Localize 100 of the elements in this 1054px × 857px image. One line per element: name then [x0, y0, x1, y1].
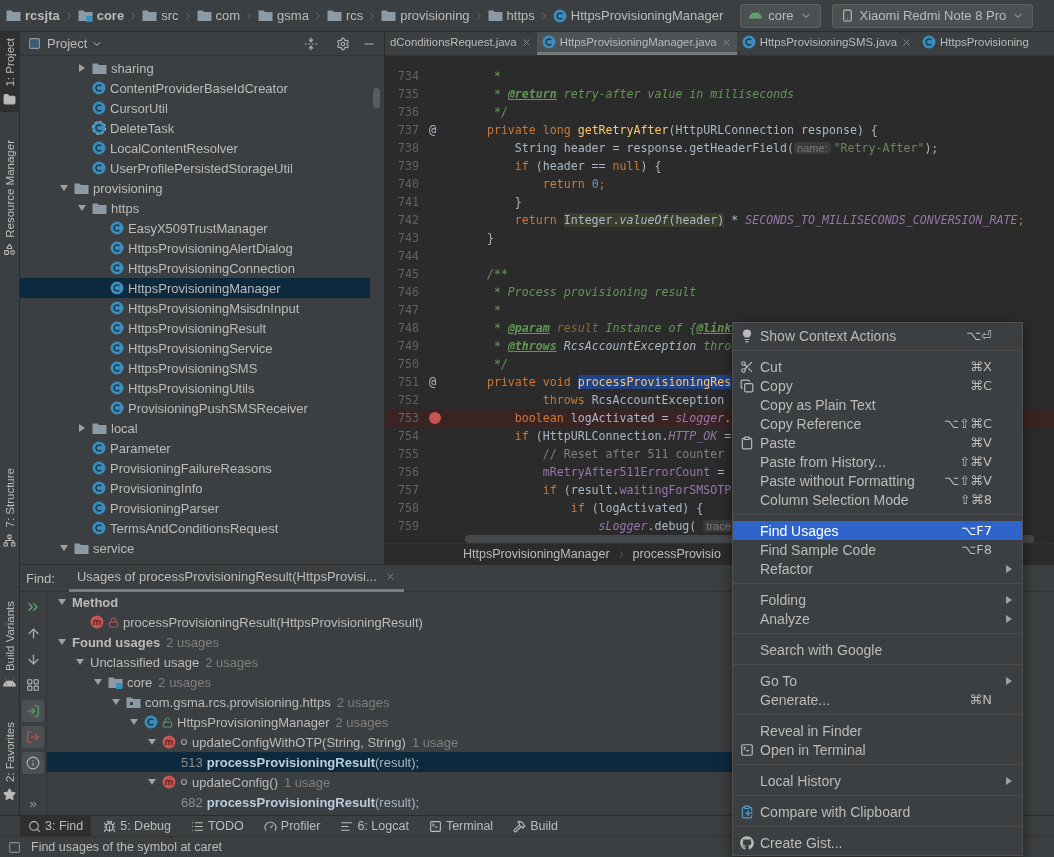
usage-row[interactable]: 682 processProvisioningResult(result);: [47, 792, 732, 812]
caret-down-icon[interactable]: [59, 183, 69, 193]
tree-item[interactable]: HttpsProvisioningUtils: [20, 378, 370, 398]
menu-item[interactable]: Column Selection Mode ⇧⌘8: [733, 490, 1022, 509]
tree-item[interactable]: HttpsProvisioningConnection: [20, 258, 370, 278]
tree-item[interactable]: https: [20, 198, 370, 218]
breadcrumb[interactable]: core: [77, 8, 125, 23]
panel-title[interactable]: Project: [47, 36, 104, 51]
tree-item[interactable]: ProvisioningFailureReasons: [20, 458, 370, 478]
caret-down-icon[interactable]: [57, 597, 67, 607]
tree-item[interactable]: ProvisioningParser: [20, 498, 370, 518]
result-item[interactable]: Unclassified usage 2 usages: [47, 652, 732, 672]
caret-down-icon[interactable]: [129, 717, 139, 727]
result-item[interactable]: HttpsProvisioningManager 2 usages: [47, 712, 732, 732]
tree-item[interactable]: sharing: [20, 58, 370, 78]
breadcrumb[interactable]: https: [487, 8, 535, 23]
result-item[interactable]: Found usages 2 usages: [47, 632, 732, 652]
tool-window-tab[interactable]: 5: Debug: [95, 815, 179, 837]
tree-item[interactable]: EasyX509TrustManager: [20, 218, 370, 238]
tool-window-tab[interactable]: Build Variants: [0, 594, 19, 696]
breadcrumb[interactable]: com: [196, 8, 241, 23]
gutter-marker[interactable]: @: [429, 123, 437, 137]
device-dropdown[interactable]: Xiaomi Redmi Note 8 Pro: [831, 3, 1034, 28]
caret-down-icon[interactable]: [147, 737, 157, 747]
tool-button[interactable]: [22, 752, 44, 774]
breadcrumb[interactable]: gsma: [258, 8, 309, 23]
menu-item[interactable]: Folding: [733, 590, 1022, 609]
result-item[interactable]: processProvisioningResult(HttpsProvisioningResult): [47, 612, 732, 632]
tool-window-tab[interactable]: 3: Find: [20, 815, 92, 837]
menu-item[interactable]: Paste from History... ⇧⌘V: [733, 452, 1022, 471]
result-item[interactable]: updateConfigWithOTP(String, String) 1 usage: [47, 732, 732, 752]
tree-item[interactable]: HttpsProvisioningAlertDialog: [20, 238, 370, 258]
tree-item[interactable]: local: [20, 418, 370, 438]
menu-item[interactable]: Find Usages ⌥F7: [733, 521, 1022, 540]
tool-window-tab[interactable]: Build: [505, 815, 566, 837]
tool-window-tab[interactable]: 1: Project: [0, 32, 19, 112]
results-tab[interactable]: Usages of processProvisioningResult(HttpsProvisi...: [68, 564, 404, 592]
caret-down-icon[interactable]: [57, 637, 67, 647]
tree-item[interactable]: HttpsProvisioningResult: [20, 318, 370, 338]
caret-down-icon[interactable]: [93, 677, 103, 687]
editor-tab[interactable]: HttpsProvisioningSMS.java: [736, 32, 918, 55]
close-icon[interactable]: [901, 36, 913, 48]
menu-item[interactable]: Show Context Actions ⌥⏎: [733, 326, 1022, 345]
tree-item[interactable]: DeleteTask: [20, 118, 370, 138]
breadcrumb[interactable]: HttpsProvisioningManager: [463, 547, 610, 561]
tree-item[interactable]: LocalContentResolver: [20, 138, 370, 158]
menu-item[interactable]: Paste ⌘V: [733, 433, 1022, 452]
editor-tab[interactable]: HttpsProvisioningManager.java: [536, 32, 737, 55]
menu-item[interactable]: Go To: [733, 671, 1022, 690]
result-item[interactable]: updateConfig() 1 usage: [47, 772, 732, 792]
close-icon[interactable]: [520, 36, 532, 48]
result-item[interactable]: core 2 usages: [47, 672, 732, 692]
settings-icon[interactable]: [336, 36, 350, 51]
tree-item[interactable]: ProvisioningInfo: [20, 478, 370, 498]
menu-item[interactable]: Find Sample Code ⌥F8: [733, 540, 1022, 559]
caret-down-icon[interactable]: [147, 777, 157, 787]
tree-item[interactable]: HttpsProvisioningManager: [20, 278, 370, 298]
config-dropdown[interactable]: core: [740, 3, 821, 28]
close-icon[interactable]: [720, 36, 732, 48]
tree-item[interactable]: HttpsProvisioningSMS: [20, 358, 370, 378]
menu-item[interactable]: Cut ⌘X: [733, 357, 1022, 376]
result-item[interactable]: com.gsma.rcs.provisioning.https 2 usages: [47, 692, 732, 712]
breadcrumb[interactable]: rcsjta: [6, 8, 60, 23]
tree-item[interactable]: UserProfilePersistedStorageUtil: [20, 158, 370, 178]
close-icon[interactable]: [384, 571, 396, 582]
breadcrumb[interactable]: src: [142, 8, 179, 23]
scrollbar[interactable]: [373, 88, 380, 108]
tree-item[interactable]: ProvisioningPushSMSReceiver: [20, 398, 370, 418]
menu-item[interactable]: Local History: [733, 771, 1022, 790]
tree-item[interactable]: Parameter: [20, 438, 370, 458]
usage-row[interactable]: 513 processProvisioningResult(result);: [47, 752, 732, 772]
caret-right-icon[interactable]: [77, 63, 87, 73]
tool-button[interactable]: [22, 700, 44, 722]
editor-tab[interactable]: HttpsProvisioning: [917, 32, 1034, 55]
tree-item[interactable]: service: [20, 538, 370, 558]
menu-item[interactable]: Reveal in Finder: [733, 721, 1022, 740]
menu-item[interactable]: Copy ⌘C: [733, 376, 1022, 395]
gutter-marker[interactable]: @: [429, 375, 437, 389]
menu-item[interactable]: Paste without Formatting ⌥⇧⌘V: [733, 471, 1022, 490]
caret-down-icon[interactable]: [75, 657, 85, 667]
editor-tab[interactable]: dConditionsRequest.java: [385, 32, 537, 55]
result-item[interactable]: Method: [47, 592, 732, 612]
breadcrumb[interactable]: processProvisio: [632, 547, 721, 561]
menu-item[interactable]: Refactor: [733, 559, 1022, 578]
tool-window-tab[interactable]: 6: Logcat: [332, 815, 417, 837]
tool-window-tab[interactable]: Terminal: [420, 815, 502, 837]
caret-down-icon[interactable]: [111, 697, 121, 707]
tool-window-tab[interactable]: 2: Favorites: [0, 715, 19, 807]
breakpoint-icon[interactable]: [429, 412, 441, 424]
tree-item[interactable]: provisioning: [20, 178, 370, 198]
caret-down-icon[interactable]: [77, 203, 87, 213]
menu-item[interactable]: Copy Reference ⌥⇧⌘C: [733, 414, 1022, 433]
menu-item[interactable]: Open in Terminal: [733, 740, 1022, 759]
menu-item[interactable]: Analyze: [733, 609, 1022, 628]
tool-window-tab[interactable]: 7: Structure: [0, 462, 19, 553]
tree-item[interactable]: HttpsProvisioningService: [20, 338, 370, 358]
collapse-icon[interactable]: [304, 36, 318, 51]
tool-window-tab[interactable]: Profiler: [255, 815, 329, 837]
menu-item[interactable]: Generate... ⌘N: [733, 690, 1022, 709]
breadcrumb[interactable]: provisioning: [381, 8, 470, 23]
